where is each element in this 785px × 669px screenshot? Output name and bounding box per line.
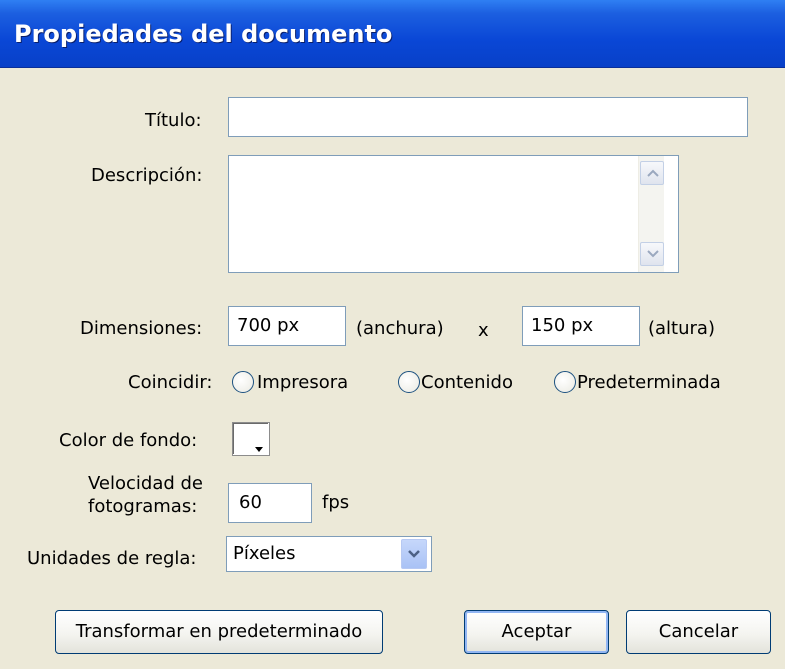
chevron-up-icon xyxy=(647,169,659,177)
dimensions-separator: x xyxy=(478,320,489,341)
scroll-up-button[interactable] xyxy=(640,161,664,185)
radio-contenido-label[interactable]: Contenido xyxy=(421,372,513,393)
dropdown-arrow-icon xyxy=(255,447,263,452)
chevron-down-icon xyxy=(647,250,659,258)
description-label: Descripción: xyxy=(91,165,203,186)
ruler-units-select[interactable]: Píxeles xyxy=(226,536,432,572)
title-input[interactable] xyxy=(228,97,748,137)
framerate-label-line2: fotogramas: xyxy=(88,496,198,517)
width-input[interactable]: 700 px xyxy=(228,306,346,346)
radio-predeterminada-label[interactable]: Predeterminada xyxy=(577,372,721,393)
bg-color-swatch[interactable] xyxy=(232,422,270,456)
description-scrollbar[interactable] xyxy=(638,156,664,272)
ruler-units-label: Unidades de regla: xyxy=(27,548,197,569)
width-suffix: (anchura) xyxy=(356,318,444,339)
dialog-title: Propiedades del documento xyxy=(14,20,393,48)
radio-contenido[interactable] xyxy=(398,371,420,393)
height-suffix: (altura) xyxy=(648,318,715,339)
framerate-label-line1: Velocidad de xyxy=(88,473,204,494)
dialog-title-bar[interactable]: Propiedades del documento xyxy=(0,0,785,68)
title-label: Título: xyxy=(145,110,202,131)
radio-impresora-label[interactable]: Impresora xyxy=(257,372,348,393)
scroll-down-button[interactable] xyxy=(640,242,664,266)
framerate-unit: fps xyxy=(322,492,350,513)
radio-predeterminada[interactable] xyxy=(554,371,576,393)
radio-impresora[interactable] xyxy=(232,371,254,393)
cancel-button[interactable]: Cancelar xyxy=(626,610,771,654)
framerate-input[interactable]: 60 xyxy=(228,483,312,523)
chevron-down-icon xyxy=(408,550,420,558)
make-default-button[interactable]: Transformar en predeterminado xyxy=(55,610,383,654)
height-input[interactable]: 150 px xyxy=(522,306,640,346)
ok-button[interactable]: Aceptar xyxy=(464,610,609,654)
dimensions-label: Dimensiones: xyxy=(80,318,203,339)
bg-color-label: Color de fondo: xyxy=(59,430,198,451)
description-textarea[interactable] xyxy=(228,155,679,273)
ruler-units-dropdown-button[interactable] xyxy=(401,539,427,569)
match-label: Coincidir: xyxy=(128,372,213,393)
